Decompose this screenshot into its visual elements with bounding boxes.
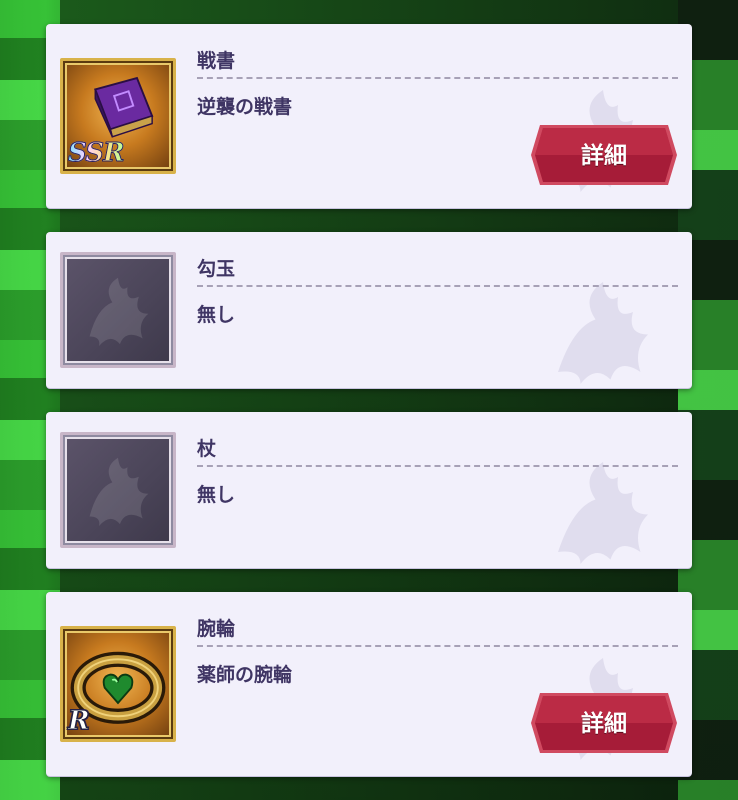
equipment-card-tome: SSR 戦書 逆襲の戦書 詳細 xyxy=(46,24,692,208)
slot-title: 勾玉 xyxy=(197,258,236,280)
dashed-divider xyxy=(197,465,678,467)
detail-button-label: 詳細 xyxy=(581,710,627,736)
equipment-card-magatama: 勾玉 無し xyxy=(46,232,692,388)
dashed-divider xyxy=(197,77,678,79)
griffin-crest-watermark-icon xyxy=(528,432,678,568)
rarity-badge: SSR xyxy=(68,138,126,169)
slot-title: 杖 xyxy=(197,438,217,460)
detail-button[interactable]: 詳細 xyxy=(530,691,678,755)
equipment-card-staff: 杖 無し xyxy=(46,412,692,568)
dashed-divider xyxy=(197,645,678,647)
dashed-divider xyxy=(197,285,678,287)
detail-button-label: 詳細 xyxy=(581,142,627,168)
empty-equipment-slot[interactable] xyxy=(60,432,176,548)
item-name: 薬師の腕輪 xyxy=(197,664,293,686)
bracelet-item-icon[interactable]: R xyxy=(60,626,176,742)
item-name: 無し xyxy=(197,484,236,506)
slot-title: 腕輪 xyxy=(197,618,236,640)
item-name: 逆襲の戦書 xyxy=(197,96,293,118)
slot-title: 戦書 xyxy=(197,50,236,72)
rarity-badge: R xyxy=(68,706,91,737)
empty-equipment-slot[interactable] xyxy=(60,252,176,368)
item-name: 無し xyxy=(197,304,236,326)
equipment-card-bracelet: R 腕輪 薬師の腕輪 詳細 xyxy=(46,592,692,776)
griffin-placeholder-icon xyxy=(89,277,149,347)
detail-button[interactable]: 詳細 xyxy=(530,123,678,187)
griffin-crest-watermark-icon xyxy=(528,252,678,388)
tome-item-icon[interactable]: SSR xyxy=(60,58,176,174)
griffin-placeholder-icon xyxy=(89,457,149,527)
